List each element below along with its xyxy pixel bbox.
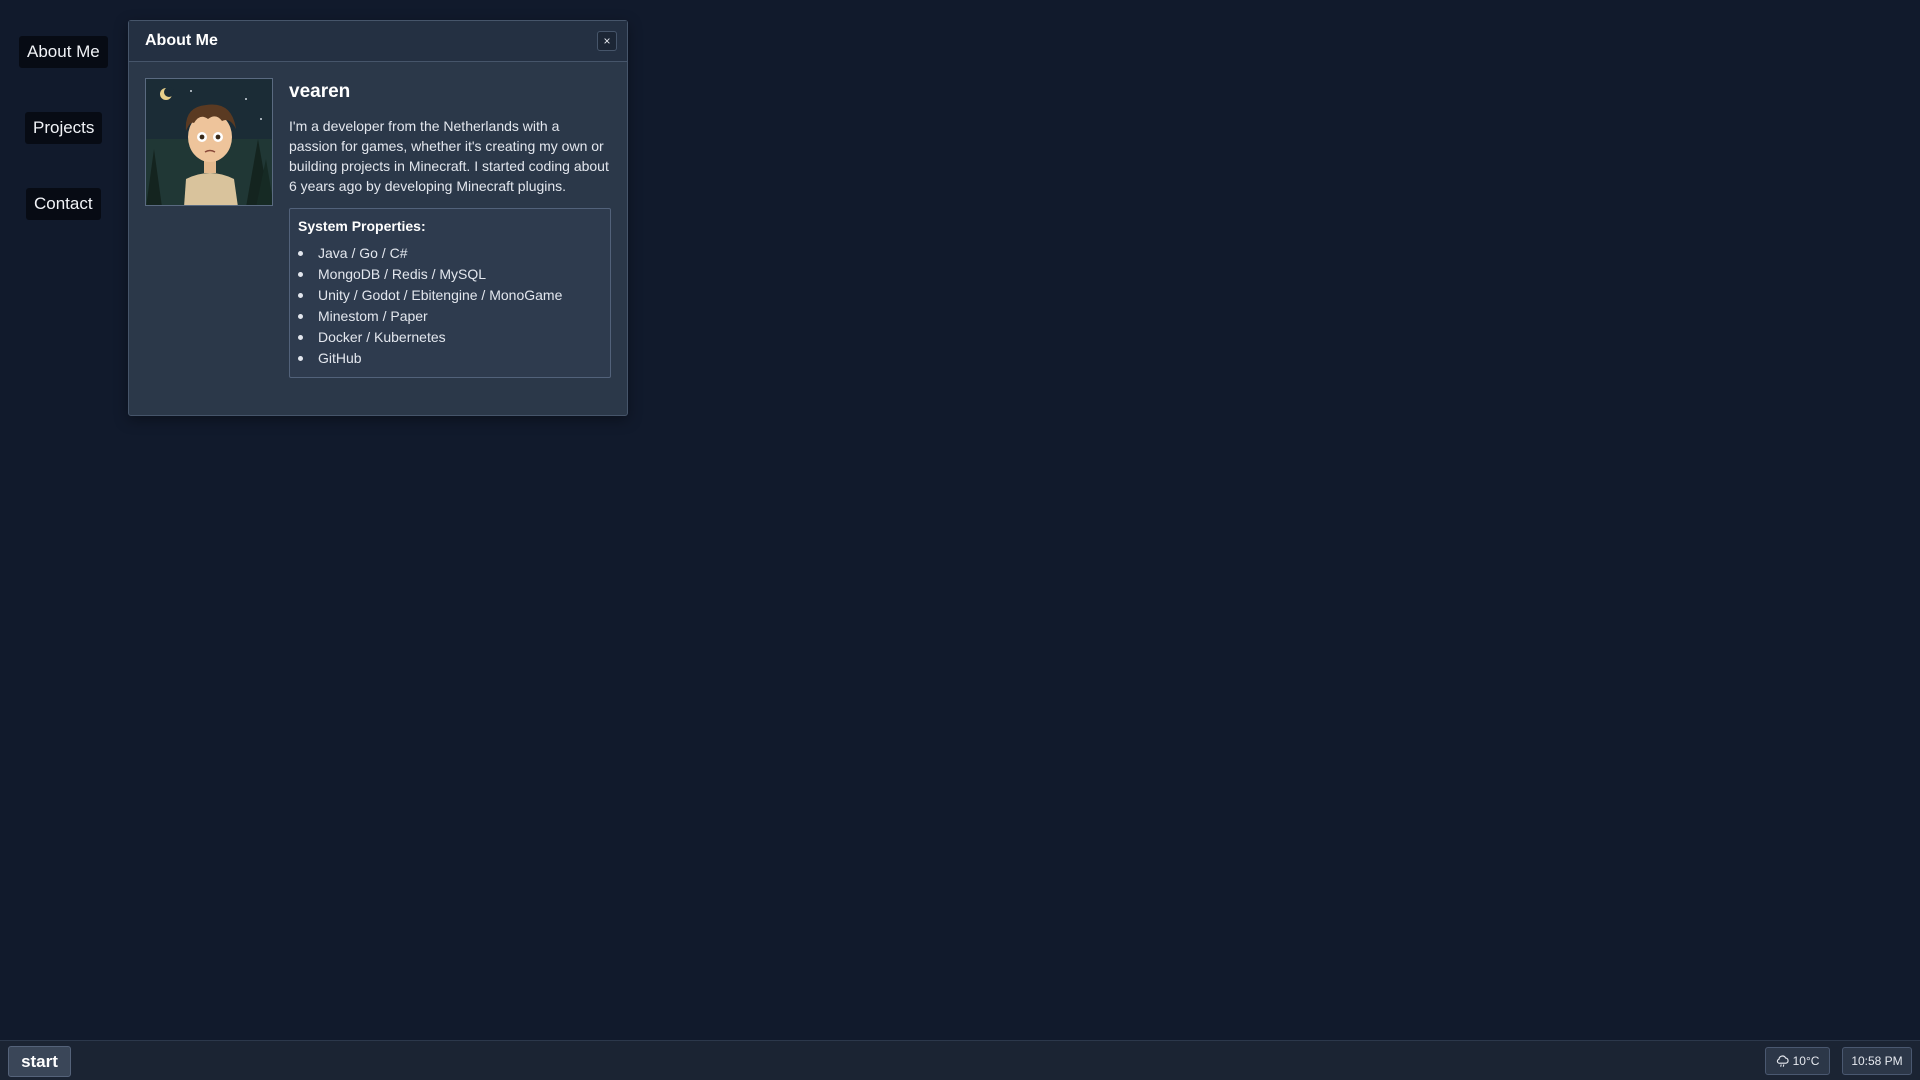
system-properties-title: System Properties:: [298, 218, 426, 234]
desktop: About Me Projects Contact About Me × vea…: [0, 0, 1920, 1080]
list-item: GitHub: [298, 348, 602, 369]
list-item: Java / Go / C#: [298, 243, 602, 264]
list-item: Minestom / Paper: [298, 306, 602, 327]
clock-time: 10:58 PM: [1851, 1054, 1903, 1068]
avatar: [145, 78, 273, 206]
shortcut-about-me[interactable]: About Me: [19, 36, 108, 68]
system-properties-panel: System Properties: Java / Go / C# MongoD…: [289, 208, 611, 378]
taskbar: start 10°C 10:58 PM: [0, 1040, 1920, 1080]
window-title: About Me: [145, 32, 218, 49]
username: vearen: [289, 81, 351, 102]
list-item: Unity / Godot / Ebitengine / MonoGame: [298, 285, 602, 306]
close-button[interactable]: ×: [597, 31, 617, 51]
shortcut-contact[interactable]: Contact: [26, 188, 101, 220]
bio-text: I'm a developer from the Netherlands wit…: [289, 118, 609, 194]
weather-temperature: 10°C: [1792, 1054, 1820, 1068]
shortcut-projects[interactable]: Projects: [25, 112, 103, 144]
weather-widget[interactable]: 10°C: [1765, 1047, 1830, 1075]
list-item: Docker / Kubernetes: [298, 327, 602, 348]
close-icon: ×: [603, 34, 611, 48]
window-content: vearen I'm a developer from the Netherla…: [129, 62, 627, 378]
cloud-rain-icon: [1776, 1055, 1789, 1067]
clock[interactable]: 10:58 PM: [1842, 1047, 1912, 1075]
system-properties-list: Java / Go / C# MongoDB / Redis / MySQL U…: [298, 243, 602, 369]
start-button[interactable]: start: [8, 1046, 71, 1077]
profile-info: vearen I'm a developer from the Netherla…: [289, 78, 611, 378]
avatar-portrait-icon: [146, 79, 272, 205]
about-me-window: About Me × vearen I'm a developer from t…: [128, 20, 628, 416]
window-titlebar[interactable]: About Me ×: [129, 21, 627, 62]
list-item: MongoDB / Redis / MySQL: [298, 264, 602, 285]
